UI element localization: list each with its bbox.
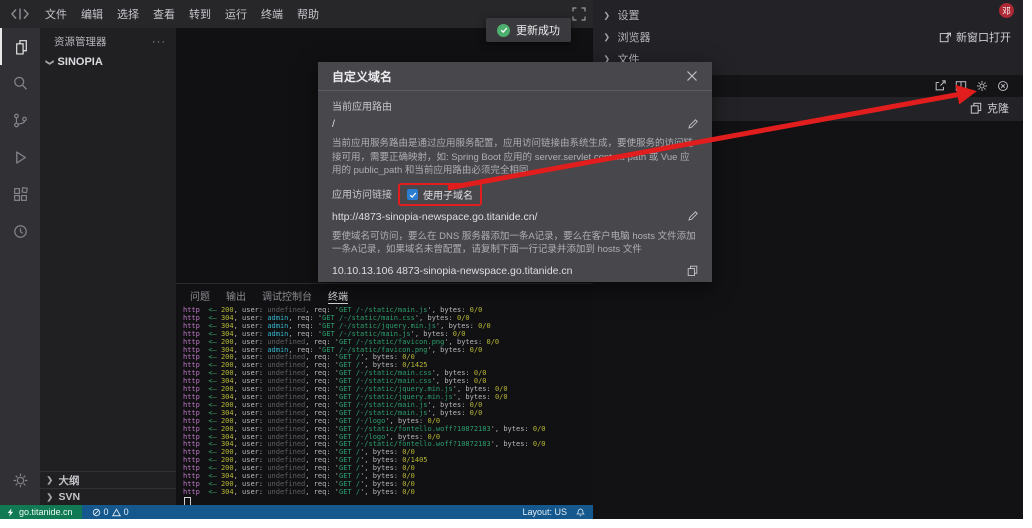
user-avatar[interactable]: 邓 [999, 3, 1014, 18]
right-section-浏览器[interactable]: ❯ 浏览器 [603, 26, 651, 48]
subdomain-checkbox[interactable] [407, 189, 418, 200]
run-debug-icon[interactable] [0, 139, 40, 176]
error-count: 0 [104, 507, 109, 517]
menu-item-编辑[interactable]: 编辑 [74, 3, 110, 25]
route-value: / [332, 118, 335, 130]
activity-bar [0, 28, 40, 505]
panel-tab-问题[interactable]: 问题 [190, 288, 210, 304]
subdomain-checkbox-label[interactable]: 使用子域名 [423, 187, 473, 202]
chevron-right-icon: ❯ [46, 475, 53, 485]
explorer-more-actions-icon[interactable]: ··· [152, 36, 166, 48]
settings-gear-icon[interactable] [0, 462, 40, 499]
chevron-right-icon: ❯ [603, 10, 610, 20]
explorer-sidebar: 资源管理器 ··· ❯ SINOPIA ❯ 大纲 ❯ SVN [40, 28, 176, 505]
custom-domain-modal: 自定义域名 当前应用路由 / 当前应用服务路由是通过应用服务配置，应用访问链接由… [318, 62, 712, 282]
route-label: 当前应用路由 [332, 101, 698, 114]
explorer-title: 资源管理器 [54, 34, 107, 49]
sidebar-bottom-sections: ❯ 大纲 ❯ SVN [40, 471, 176, 505]
annotation-red-box: 使用子域名 [398, 183, 482, 206]
close-circle-icon[interactable] [997, 80, 1009, 92]
chevron-right-icon: ❯ [603, 32, 610, 42]
edit-pencil-icon[interactable] [687, 119, 698, 130]
sidebar-section-SVN[interactable]: ❯ SVN [40, 488, 176, 505]
sidebar-section-label: SVN [59, 491, 81, 503]
chevron-down-icon: ❯ [45, 59, 55, 66]
app-logo-icon [10, 7, 30, 21]
hosts-record: 10.10.13.106 4873-sinopia-newspace.go.ti… [332, 265, 573, 277]
edit-pencil-icon[interactable] [687, 211, 698, 222]
screenshot-canvas: 文件编辑选择查看转到运行终端帮助 [0, 0, 1032, 528]
right-section-label: 设置 [618, 7, 640, 23]
ide-window: 文件编辑选择查看转到运行终端帮助 [0, 0, 1023, 519]
project-root-folder[interactable]: ❯ SINOPIA [40, 53, 176, 71]
new-window-icon [939, 31, 951, 43]
terminal-panel: 问题输出调试控制台终端 http <— 200, user: undefined… [176, 283, 593, 506]
extensions-icon[interactable] [0, 176, 40, 213]
gear-icon[interactable] [976, 80, 988, 92]
chevron-right-icon: ❯ [46, 492, 53, 502]
menu-item-帮助[interactable]: 帮助 [290, 3, 326, 25]
copy-icon[interactable] [687, 265, 698, 276]
access-link-label: 应用访问链接 [332, 189, 392, 202]
toast-notification: 更新成功 [486, 18, 571, 42]
clone-icon [970, 102, 982, 114]
open-new-window-button[interactable]: 新窗口打开 [939, 29, 1011, 45]
success-check-icon [497, 24, 510, 37]
right-panel-sections: ❯设置❯浏览器❯文件 [603, 4, 651, 70]
search-icon[interactable] [0, 65, 40, 102]
problems-indicator[interactable]: 0 0 [92, 507, 129, 517]
right-section-设置[interactable]: ❯ 设置 [603, 4, 651, 26]
terminal-output[interactable]: http <— 200, user: undefined, req: 'GET … [176, 304, 593, 508]
sidebar-section-label: 大纲 [59, 473, 80, 488]
remote-host: go.titanide.cn [19, 507, 73, 517]
right-section-label: 浏览器 [618, 29, 651, 45]
panel-tab-输出[interactable]: 输出 [226, 288, 246, 304]
remote-lightning-icon [6, 508, 15, 517]
panel-tab-调试控制台[interactable]: 调试控制台 [262, 288, 312, 304]
explorer-icon[interactable] [0, 28, 40, 65]
bell-icon[interactable] [576, 508, 585, 517]
sidebar-section-大纲[interactable]: ❯ 大纲 [40, 471, 176, 488]
close-icon[interactable] [686, 70, 698, 82]
terminal-log-line: http <— 304, user: undefined, req: 'GET … [183, 489, 593, 497]
status-bar: go.titanide.cn 0 0 Layout: US [0, 505, 593, 519]
menu-item-终端[interactable]: 终端 [254, 3, 290, 25]
route-description: 当前应用服务路由是通过应用服务配置，应用访问链接由系统生成，要使服务的访问链接可… [332, 137, 698, 178]
modal-title: 自定义域名 [332, 68, 392, 85]
menu-item-文件[interactable]: 文件 [38, 3, 74, 25]
warning-count: 0 [124, 507, 129, 517]
clone-button[interactable]: 克隆 [970, 100, 1009, 116]
toast-text: 更新成功 [516, 22, 560, 38]
source-control-icon[interactable] [0, 102, 40, 139]
panel-tabs: 问题输出调试控制台终端 [176, 284, 593, 304]
menu-bar: 文件编辑选择查看转到运行终端帮助 [38, 3, 326, 25]
split-editor-icon[interactable] [955, 80, 967, 92]
menu-item-选择[interactable]: 选择 [110, 3, 146, 25]
menu-item-转到[interactable]: 转到 [182, 3, 218, 25]
keyboard-layout[interactable]: Layout: US [522, 507, 567, 517]
external-link-icon[interactable] [934, 80, 946, 92]
warning-triangle-icon [112, 508, 121, 517]
customize-layout-icon[interactable] [572, 7, 586, 21]
error-circle-slash-icon [92, 508, 101, 517]
access-url: http://4873-sinopia-newspace.go.titanide… [332, 211, 537, 223]
dns-description: 要使域名可访问，要么在 DNS 服务器添加一条A记录，要么在客户电脑 hosts… [332, 230, 698, 257]
panel-tab-终端[interactable]: 终端 [328, 288, 348, 304]
menu-item-查看[interactable]: 查看 [146, 3, 182, 25]
remote-indicator[interactable]: go.titanide.cn [0, 505, 82, 519]
timeline-icon[interactable] [0, 213, 40, 250]
menu-item-运行[interactable]: 运行 [218, 3, 254, 25]
